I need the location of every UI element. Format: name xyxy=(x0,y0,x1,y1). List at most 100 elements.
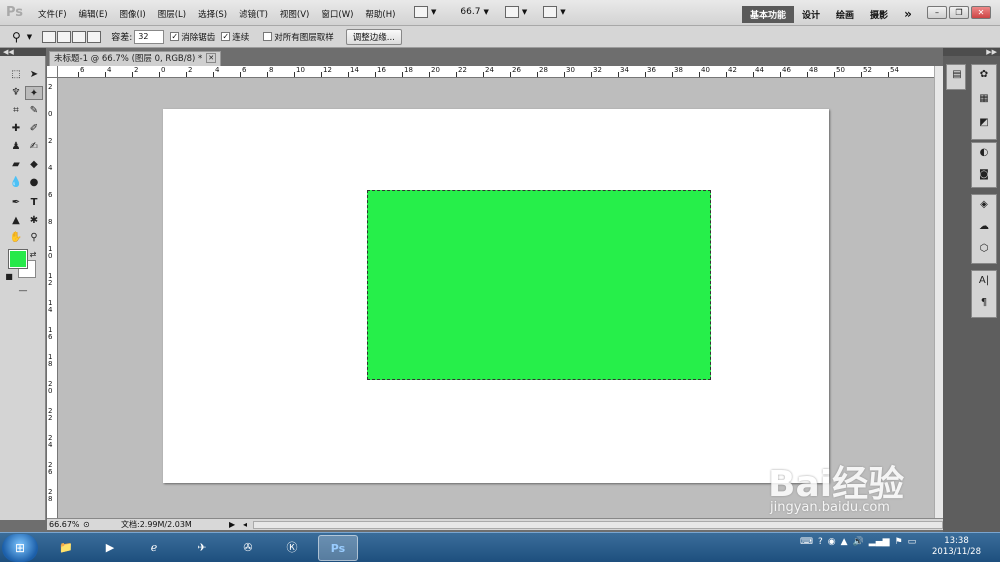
k-app-icon[interactable]: Ⓚ xyxy=(272,535,312,561)
zoom-level[interactable]: 66.7 xyxy=(460,7,480,17)
panels-collapse-bar[interactable]: ▶▶ xyxy=(943,48,1000,56)
menu-view[interactable]: 视图(V) xyxy=(280,8,309,20)
status-zoom[interactable]: 66.67% xyxy=(47,520,83,529)
horizontal-ruler[interactable]: 6 4 2 0 2 4 6 8 10 12 14 16 18 20 22 24 26 28 30 32 34 36 38 40… xyxy=(58,66,934,78)
menu-help[interactable]: 帮助(H) xyxy=(365,8,395,20)
brush-tool-icon[interactable]: ✐ xyxy=(25,122,43,136)
add-selection-icon[interactable] xyxy=(57,30,72,43)
history-brush-icon[interactable]: ✍ xyxy=(25,140,43,154)
vertical-scrollbar[interactable] xyxy=(934,66,943,518)
menu-image[interactable]: 图像(I) xyxy=(120,8,146,20)
signal-icon[interactable]: ▂▄▆ xyxy=(869,537,890,547)
intersect-selection-icon[interactable] xyxy=(87,30,102,43)
clock[interactable]: 13:38 2013/11/28 xyxy=(932,536,981,558)
restore-icon[interactable]: ❐ xyxy=(949,6,969,19)
paint-bucket-icon[interactable]: ◆ xyxy=(25,158,43,172)
media-player-icon[interactable]: ▶ xyxy=(90,535,130,561)
paths-panel-icon[interactable]: ⬡ xyxy=(972,243,996,254)
channels-panel-icon[interactable]: ☁ xyxy=(972,221,996,232)
crop-tool-icon[interactable]: ⌗ xyxy=(7,104,25,118)
sample-all-checkbox[interactable]: 对所有图层取样 xyxy=(263,31,334,43)
vertical-ruler[interactable]: 2 0 2 4 6 8 1 0 1 2 1 4 1 6 1 8 2 0 2 2 2 4 2 6 2 8 xyxy=(47,78,58,518)
tool-preset-icon[interactable]: ⚲ xyxy=(12,30,21,44)
layers-panel-icon[interactable]: ◈ xyxy=(972,199,996,210)
clone-stamp-icon[interactable]: ♟ xyxy=(7,140,25,154)
show-hidden-icon[interactable]: ▲ xyxy=(841,537,848,547)
lasso-tool-icon[interactable]: ♆ xyxy=(7,86,25,100)
menu-filter[interactable]: 滤镜(T) xyxy=(239,8,268,20)
start-button[interactable]: ⊞ xyxy=(2,534,38,562)
swap-colors-icon[interactable]: ⇄ xyxy=(28,248,38,262)
chevron-down-icon[interactable]: ▼ xyxy=(27,33,32,41)
workspace-design[interactable]: 设计 xyxy=(794,6,828,23)
menu-select[interactable]: 选择(S) xyxy=(198,8,227,20)
shape-tool-icon[interactable]: ✱ xyxy=(25,214,43,228)
workspace-essentials[interactable]: 基本功能 xyxy=(742,5,795,23)
status-zoom-icon[interactable]: ⊙ xyxy=(83,520,95,529)
refine-edge-button[interactable]: 调整边缘... xyxy=(345,28,402,45)
close-tab-icon[interactable]: ✕ xyxy=(206,53,217,63)
green-fill-selection[interactable] xyxy=(367,190,711,380)
quick-mask-icon[interactable]: — xyxy=(13,284,33,298)
status-menu-icon[interactable]: ▶ xyxy=(229,520,241,529)
film-reel-icon[interactable]: ✇ xyxy=(228,535,268,561)
internet-explorer-icon[interactable]: ℯ xyxy=(134,535,174,561)
healing-brush-icon[interactable]: ✚ xyxy=(7,122,25,136)
type-tool-icon[interactable]: T xyxy=(25,196,43,210)
eyedropper-tool-icon[interactable]: ✎ xyxy=(25,104,43,118)
paragraph-panel-icon[interactable]: ¶ xyxy=(972,297,996,308)
zoom-tool-icon[interactable]: ⚲ xyxy=(25,231,43,245)
styles-panel-icon[interactable]: ◩ xyxy=(972,117,996,128)
workspace-more-icon[interactable]: » xyxy=(896,5,920,23)
eraser-tool-icon[interactable]: ▰ xyxy=(7,158,25,172)
photoshop-taskbar-button[interactable]: Ps xyxy=(318,535,358,561)
minimize-icon[interactable]: – xyxy=(927,6,947,19)
toolbox-collapse-bar[interactable]: ◀◀ xyxy=(0,48,46,56)
horizontal-scrollbar[interactable] xyxy=(253,520,943,529)
network-icon[interactable]: ◉ xyxy=(828,537,836,547)
chevron-down-icon[interactable]: ▼ xyxy=(431,8,436,16)
pen-tool-icon[interactable]: ✒ xyxy=(7,196,25,210)
foreground-color-swatch[interactable] xyxy=(8,249,28,269)
hand-tool-icon[interactable]: ✋ xyxy=(7,231,25,245)
menu-layer[interactable]: 图层(L) xyxy=(158,8,186,20)
masks-panel-icon[interactable]: ◙ xyxy=(972,169,996,180)
adjustments-panel-icon[interactable]: ◐ xyxy=(972,147,996,158)
close-icon[interactable]: ✕ xyxy=(971,6,991,19)
chevron-down-icon[interactable]: ▼ xyxy=(522,8,527,16)
document-canvas[interactable] xyxy=(163,109,829,483)
ruler-origin[interactable] xyxy=(47,66,58,78)
keyboard-icon[interactable]: ⌨ xyxy=(800,537,813,547)
menu-window[interactable]: 窗口(W) xyxy=(321,8,353,20)
magic-wand-tool-icon[interactable]: ✦ xyxy=(25,86,43,100)
screen-mode-icon[interactable] xyxy=(543,6,558,18)
chevron-down-icon[interactable]: ▼ xyxy=(483,8,488,16)
default-colors-icon[interactable]: ■ xyxy=(4,270,14,284)
hscroll-left-icon[interactable]: ◂ xyxy=(243,520,253,529)
subtract-selection-icon[interactable] xyxy=(72,30,87,43)
workspace-photography[interactable]: 摄影 xyxy=(862,6,896,23)
workspace-painting[interactable]: 绘画 xyxy=(828,6,862,23)
color-panel-icon[interactable]: ✿ xyxy=(972,69,996,80)
document-tab[interactable]: 未标题-1 @ 66.7% (图层 0, RGB/8) * ✕ xyxy=(49,51,222,66)
move-tool-icon[interactable]: ➤ xyxy=(25,68,43,82)
tolerance-input[interactable]: 32 xyxy=(134,29,165,44)
chevron-down-icon[interactable]: ▼ xyxy=(560,8,565,16)
contiguous-checkbox[interactable]: ✓ 连续 xyxy=(221,31,249,43)
volume-icon[interactable]: 🔊 xyxy=(853,537,864,547)
character-panel-icon[interactable]: A| xyxy=(972,275,996,286)
view-extras-icon[interactable] xyxy=(414,6,428,18)
path-selection-icon[interactable]: ▲ xyxy=(7,214,25,228)
blur-tool-icon[interactable]: 💧 xyxy=(7,176,25,190)
arrange-documents-icon[interactable] xyxy=(504,6,519,18)
swatches-panel-icon[interactable]: ▦ xyxy=(972,93,996,104)
antialias-checkbox[interactable]: ✓ 消除锯齿 xyxy=(170,31,215,43)
marquee-tool-icon[interactable]: ⬚ xyxy=(7,68,25,82)
explorer-icon[interactable]: 📁 xyxy=(46,535,86,561)
menu-file[interactable]: 文件(F) xyxy=(38,8,67,20)
power-icon[interactable]: ▭ xyxy=(908,537,917,547)
mini-bridge-icon[interactable]: ▤ xyxy=(947,69,967,80)
menu-edit[interactable]: 编辑(E) xyxy=(79,8,108,20)
help-icon[interactable]: ? xyxy=(818,537,823,547)
flag-icon[interactable]: ⚑ xyxy=(895,537,903,547)
